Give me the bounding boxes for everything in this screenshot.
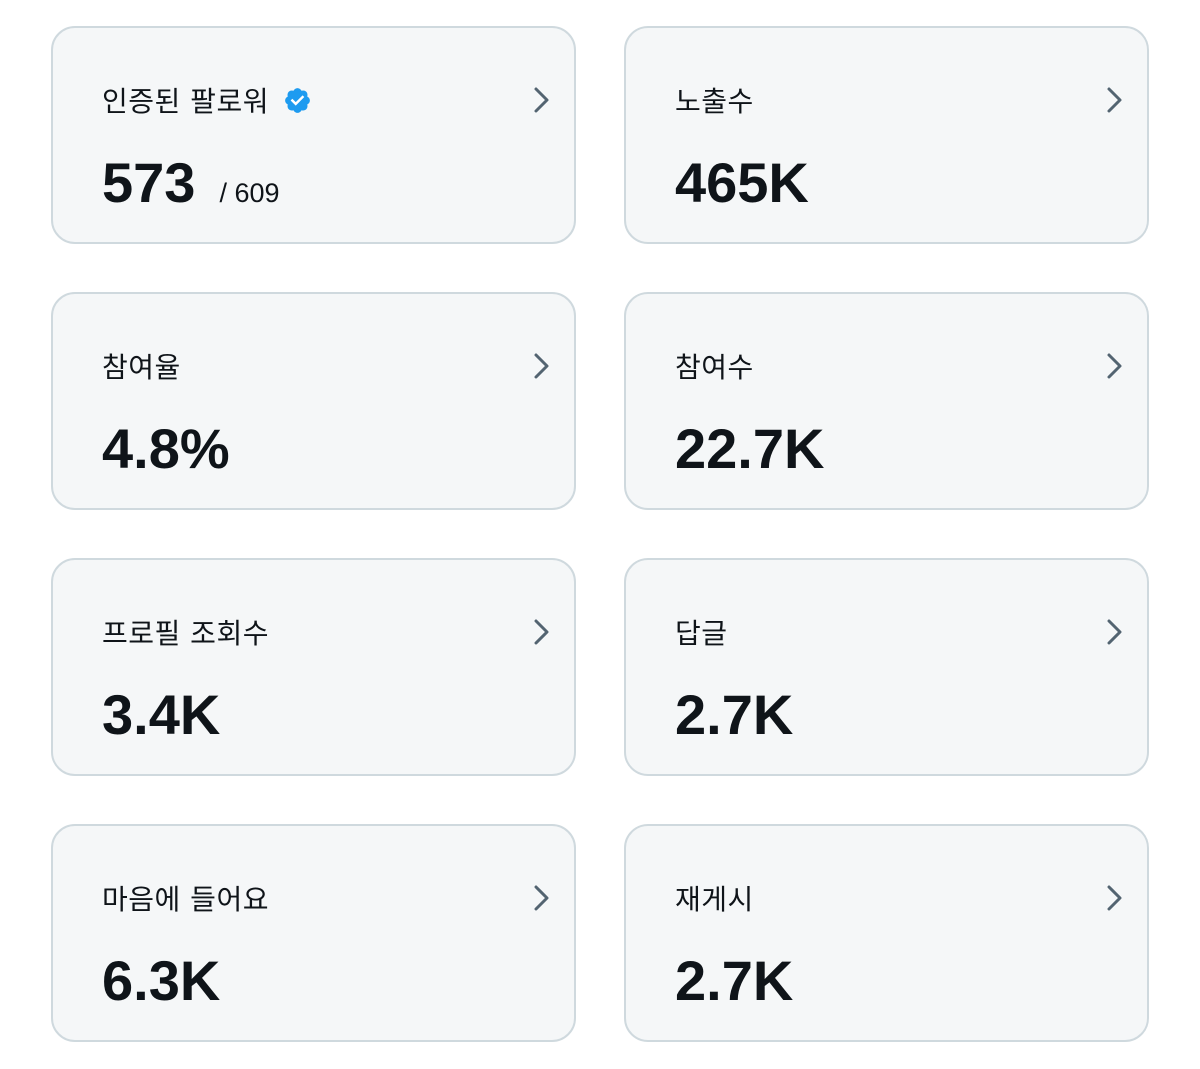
card-label: 참여수: [675, 351, 754, 384]
card-label-row: 인증된 팔로워: [102, 80, 312, 120]
chevron-right-icon: [530, 883, 554, 913]
value-row: 465K: [675, 148, 809, 218]
card-value: 2.7K: [675, 683, 794, 746]
value-row: 3.4K: [102, 680, 220, 750]
value-row: 2.7K: [675, 680, 793, 750]
chevron-right-icon: [530, 617, 554, 647]
card-label: 노출수: [675, 85, 754, 118]
value-row: 573 / 609: [102, 148, 280, 218]
card-impressions[interactable]: 노출수 465K: [624, 26, 1149, 244]
chevron-right-icon: [530, 351, 554, 381]
chevron-right-icon: [1103, 883, 1127, 913]
card-replies[interactable]: 답글 2.7K: [624, 558, 1149, 776]
value-row: 6.3K: [102, 946, 220, 1016]
card-engagements[interactable]: 참여수 22.7K: [624, 292, 1149, 510]
card-value: 6.3K: [102, 949, 221, 1012]
value-row: 22.7K: [675, 414, 824, 484]
card-profile-visits[interactable]: 프로필 조회수 3.4K: [51, 558, 576, 776]
chevron-right-icon: [1103, 617, 1127, 647]
card-value: 3.4K: [102, 683, 221, 746]
card-label: 프로필 조회수: [102, 617, 269, 650]
card-value: 22.7K: [675, 417, 825, 480]
metrics-grid: 인증된 팔로워 573 / 609 노출수 465K 참여율 4.8% 참여수 …: [51, 26, 1149, 1042]
value-row: 2.7K: [675, 946, 793, 1016]
chevron-right-icon: [1103, 85, 1127, 115]
card-label: 인증된 팔로워: [102, 85, 269, 118]
card-label: 참여율: [102, 351, 181, 384]
card-value: 573: [102, 151, 196, 214]
card-label: 답글: [675, 617, 728, 650]
card-value: 2.7K: [675, 949, 794, 1012]
card-verified-followers[interactable]: 인증된 팔로워 573 / 609: [51, 26, 576, 244]
card-likes[interactable]: 마음에 들어요 6.3K: [51, 824, 576, 1042]
card-value: 465K: [675, 151, 809, 214]
value-row: 4.8%: [102, 414, 230, 484]
card-label: 재게시: [675, 883, 754, 916]
verified-badge-icon: [283, 86, 312, 115]
card-value: 4.8%: [102, 417, 230, 480]
card-reposts[interactable]: 재게시 2.7K: [624, 824, 1149, 1042]
chevron-right-icon: [1103, 351, 1127, 381]
card-engagement-rate[interactable]: 참여율 4.8%: [51, 292, 576, 510]
card-label: 마음에 들어요: [102, 883, 269, 916]
chevron-right-icon: [530, 85, 554, 115]
card-subvalue: / 609: [219, 178, 280, 208]
